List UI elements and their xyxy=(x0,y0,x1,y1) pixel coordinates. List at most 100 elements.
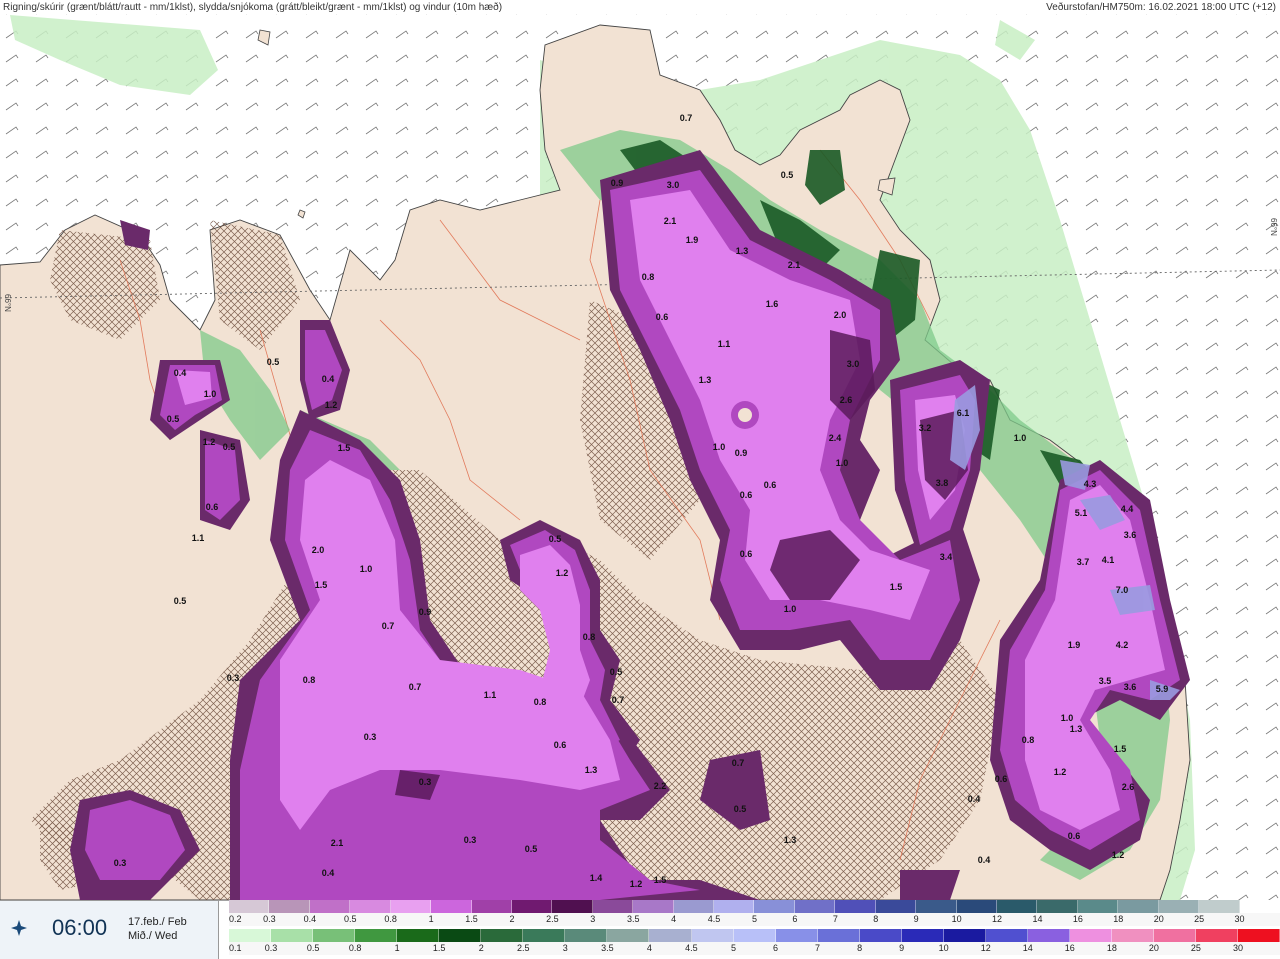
rain-legend-label: 0.8 xyxy=(348,943,362,953)
precip-legend-label: 1.5 xyxy=(465,914,478,924)
precip-value-label: 3.6 xyxy=(1124,530,1137,540)
precip-legend: 0.2 0.3 0.4 0.5 0.8 1 1.5 2 2.5 3 3.5 4 4.5 5 6 7 8 9 10 12… xyxy=(229,900,1280,926)
rain-legend-label: 1.5 xyxy=(432,943,446,953)
precip-value-label: 0.4 xyxy=(968,794,981,804)
rain-legend: 0.1 0.3 0.5 0.8 1 1.5 2 2.5 3 3.5 4 4.5 5 6 7 8 9 10 12 14 1… xyxy=(229,929,1280,955)
precip-value-label: 4.4 xyxy=(1121,504,1134,514)
precip-value-label: 2.4 xyxy=(829,433,842,443)
rain-legend-swatch xyxy=(565,929,608,942)
rain-legend-label: 2.5 xyxy=(517,943,530,953)
precip-legend-swatch xyxy=(229,900,270,913)
precip-value-label: 0.8 xyxy=(642,272,655,282)
precip-value-label: 0.6 xyxy=(740,549,753,559)
rain-legend-label: 12 xyxy=(980,943,991,953)
precip-value-label: 1.3 xyxy=(1070,724,1083,734)
precip-legend-swatch xyxy=(916,900,957,913)
precip-value-label: 5.1 xyxy=(1075,508,1088,518)
rain-legend-swatch xyxy=(481,929,524,942)
precipitation-map: 0.7 0.5 0.9 3.0 2.1 1.9 0.8 0.6 1.3 1.1 1.6 1.3 2.1 2… xyxy=(0,14,1280,901)
rain-legend-swatch xyxy=(1154,929,1197,942)
precip-value-label: 0.5 xyxy=(734,804,747,814)
precip-value-label: 0.5 xyxy=(223,442,236,452)
precip-value-label: 7.0 xyxy=(1116,585,1129,595)
precip-value-label: 2.1 xyxy=(664,216,677,226)
precip-value-label: 0.6 xyxy=(740,490,753,500)
precip-legend-label: 3 xyxy=(590,914,596,924)
precip-value-label: 1.5 xyxy=(338,443,351,453)
precip-value-label: 0.8 xyxy=(534,697,547,707)
precip-value-label: 1.0 xyxy=(784,604,797,614)
map-title: Rigning/skúrir (grænt/blátt/rautt - mm/1… xyxy=(3,2,503,13)
precip-legend-label: 1 xyxy=(428,914,434,924)
precip-value-label: 3.4 xyxy=(940,552,953,562)
precip-value-label: 1.2 xyxy=(325,400,338,410)
precip-legend-label: 14 xyxy=(1032,914,1043,924)
precip-value-label: 0.6 xyxy=(764,480,777,490)
precip-value-label: 0.5 xyxy=(549,534,562,544)
precip-legend-label: 0.4 xyxy=(303,914,317,924)
precip-legend-label: 25 xyxy=(1194,914,1205,924)
model-run-info: Veðurstofan/HM750m: 16.02.2021 18:00 UTC… xyxy=(1046,2,1276,13)
precip-value-label: 1.6 xyxy=(766,299,779,309)
precip-value-label: 2.0 xyxy=(312,545,325,555)
precip-value-label: 1.1 xyxy=(484,690,497,700)
precip-value-label: 0.3 xyxy=(464,835,477,845)
precip-value-label: 3.0 xyxy=(847,359,860,369)
precip-legend-label: 20 xyxy=(1153,914,1164,924)
rain-legend-swatch xyxy=(733,929,776,942)
precip-legend-swatch xyxy=(956,900,998,913)
precip-legend-swatch xyxy=(1158,900,1200,913)
precip-legend-label: 4 xyxy=(671,914,677,924)
precip-value-label: 0.6 xyxy=(206,502,219,512)
precip-value-label: 0.9 xyxy=(419,607,432,617)
precip-value-label: 0.5 xyxy=(267,357,280,367)
precip-value-label: 0.7 xyxy=(612,695,625,705)
precip-value-label: 1.5 xyxy=(1114,744,1127,754)
rain-legend-swatch xyxy=(649,929,692,942)
precip-value-label: 0.3 xyxy=(227,673,240,683)
precip-value-label: 1.2 xyxy=(1054,767,1067,777)
precip-value-label: 1.3 xyxy=(699,375,712,385)
rain-legend-label: 2 xyxy=(478,943,484,953)
precip-value-label: 0.5 xyxy=(167,414,180,424)
precip-legend-swatch xyxy=(471,900,512,913)
precip-legend-label: 4.5 xyxy=(707,914,721,924)
precip-value-label: 3.6 xyxy=(1124,682,1137,692)
precip-legend-swatch xyxy=(309,900,351,913)
rain-legend-swatch xyxy=(1069,929,1112,942)
precip-value-label: 2.1 xyxy=(788,260,801,270)
rain-legend-swatches xyxy=(229,929,1280,942)
precip-value-label: 0.5 xyxy=(781,170,794,180)
precip-value-label: 0.3 xyxy=(114,858,127,868)
precip-value-label: 1.2 xyxy=(630,879,643,889)
precip-value-label: 0.4 xyxy=(174,368,187,378)
rain-legend-labels: 0.1 0.3 0.5 0.8 1 1.5 2 2.5 3 3.5 4 4.5 5 6 7 8 9 10 12 14 1… xyxy=(229,943,1280,955)
forecast-time: 06:00 xyxy=(52,915,108,940)
precip-value-label: 1.0 xyxy=(204,389,217,399)
precip-value-label: 1.1 xyxy=(718,339,731,349)
precip-legend-swatch xyxy=(633,900,674,913)
precip-value-label: 0.5 xyxy=(610,667,623,677)
rain-legend-label: 18 xyxy=(1106,943,1117,953)
precip-legend-swatch xyxy=(350,900,391,913)
rain-legend-label: 6 xyxy=(773,943,779,953)
precip-legend-label: 12 xyxy=(992,914,1003,924)
wind-compass-icon[interactable] xyxy=(9,918,29,938)
rain-legend-label: 10 xyxy=(938,943,949,953)
precip-value-label: 3.2 xyxy=(919,423,932,433)
precip-value-label: 4.2 xyxy=(1116,640,1129,650)
precip-legend-label: 0.8 xyxy=(384,914,397,924)
precip-value-label: 1.0 xyxy=(360,564,373,574)
precip-legend-swatch xyxy=(592,900,634,913)
precip-value-label: 0.6 xyxy=(1068,831,1081,841)
precip-value-label: 0.6 xyxy=(554,740,567,750)
rain-legend-swatch xyxy=(1238,929,1280,942)
rain-legend-swatch xyxy=(229,929,272,942)
rain-legend-swatch xyxy=(985,929,1028,942)
precip-value-label: 1.5 xyxy=(315,580,328,590)
precip-legend-swatch xyxy=(835,900,876,913)
precip-value-label: 5.9 xyxy=(1156,684,1169,694)
precip-value-label: 2.2 xyxy=(654,781,667,791)
rain-legend-swatch xyxy=(271,929,314,942)
precip-legend-swatch xyxy=(1037,900,1078,913)
